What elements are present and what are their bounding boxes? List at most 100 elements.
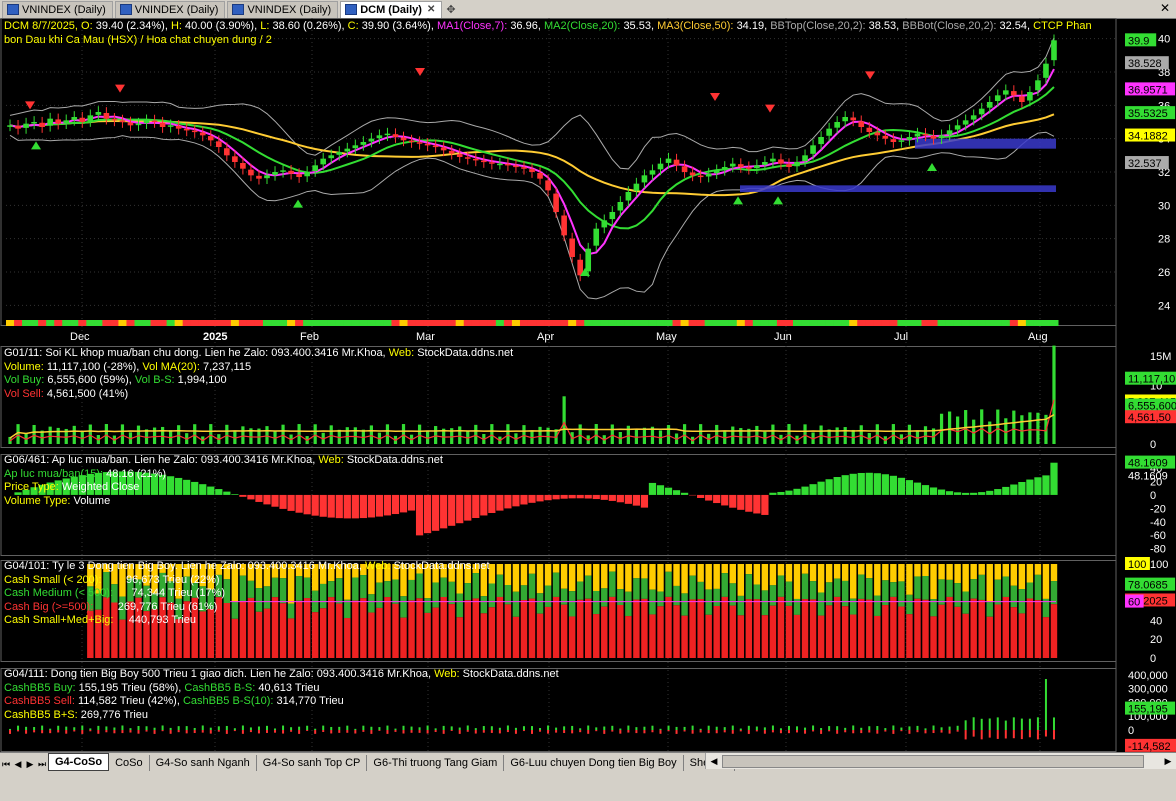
sheet-tab-row: ⏮ ◀ ▶ ⏭ G4-CoSo CoSo G4-So sanh Nganh G4… xyxy=(0,753,735,771)
legend-segment: O: xyxy=(81,20,96,32)
cash-medium-bar xyxy=(617,589,623,605)
trend-strip-cell xyxy=(311,320,320,326)
legend-segment: Web: xyxy=(389,347,418,359)
cash-medium-bar xyxy=(858,575,864,599)
trend-strip-cell xyxy=(143,320,152,326)
trend-strip-cell xyxy=(761,320,770,326)
trend-strip-cell xyxy=(54,320,63,326)
pressure-bar xyxy=(681,493,688,495)
pressure-bar xyxy=(480,495,487,516)
pressure-bar xyxy=(858,473,865,495)
first-sheet-button[interactable]: ⏮ xyxy=(0,757,12,771)
bigboy-sell-bar xyxy=(603,730,605,734)
trend-strip-cell xyxy=(689,320,698,326)
price-badge: 38.528 xyxy=(1128,58,1162,70)
pressure-bar xyxy=(697,495,704,498)
candle-body xyxy=(272,172,278,175)
horizontal-scrollbar[interactable]: ◀ ▶ xyxy=(705,753,1176,769)
trend-strip-cell xyxy=(512,320,521,326)
cash-big-bar xyxy=(754,599,760,658)
bigboy-sell-bar xyxy=(290,730,292,732)
bigboy-sell-bar xyxy=(234,730,236,731)
legend-segment: 114,582 Trieu (42%), xyxy=(78,695,183,707)
sheet-tab-g4-so-sanh-top-cp[interactable]: G4-So sanh Top CP xyxy=(257,755,368,771)
sheet-tab-g4-so-sanh-nganh[interactable]: G4-So sanh Nganh xyxy=(150,755,257,771)
bigboy-sell-bar xyxy=(651,730,653,732)
volume-bar xyxy=(803,424,806,444)
tab-vnindex-2[interactable]: VNINDEX (Daily) xyxy=(115,1,226,18)
last-sheet-button[interactable]: ⏭ xyxy=(36,757,48,771)
cash-small-bar xyxy=(954,564,960,583)
cash-big-bar xyxy=(1027,598,1033,658)
sheet-tab-coso[interactable]: CoSo xyxy=(109,755,150,771)
cash-tick-label: 100 xyxy=(1150,559,1168,571)
sheet-tab-g6-thi-truong[interactable]: G6-Thi truong Tang Giam xyxy=(367,755,504,771)
tab-vnindex-1[interactable]: VNINDEX (Daily) xyxy=(2,1,113,18)
cash-big-bar xyxy=(858,599,864,658)
trend-strip-cell xyxy=(777,320,786,326)
pressure-bar xyxy=(633,495,640,506)
trend-strip-cell xyxy=(1002,320,1011,326)
trend-strip-cell xyxy=(705,320,714,326)
legend-segment: Cash Small (< 200): xyxy=(4,574,126,586)
cash-small-bar xyxy=(858,564,864,575)
bigboy-sell-bar xyxy=(515,730,517,734)
scroll-thumb[interactable] xyxy=(722,755,1144,768)
bigboy-sell-bar xyxy=(900,730,902,731)
legend-segment: H: xyxy=(171,20,185,32)
pin-icon[interactable]: ✥ xyxy=(442,3,459,16)
bigboy-sell-bar xyxy=(860,730,862,733)
candle-body xyxy=(15,126,21,129)
trend-strip-cell xyxy=(552,320,561,326)
volume-bar xyxy=(940,414,943,444)
bigboy-sell-bar xyxy=(146,730,148,732)
bigboy-buy-bar xyxy=(346,726,348,730)
bigboy-buy-bar xyxy=(676,727,678,730)
pressure-bar xyxy=(761,495,768,515)
pressure-legend-line: Price Type: Weighted Close xyxy=(4,481,443,495)
pressure-bar xyxy=(769,493,776,495)
trend-strip-cell xyxy=(600,320,609,326)
bigboy-sell-bar xyxy=(852,730,854,733)
cash-small-bar xyxy=(722,564,728,573)
window-close-icon[interactable]: ✕ xyxy=(1160,1,1170,15)
pressure-bar xyxy=(850,474,857,495)
trend-strip-cell xyxy=(897,320,906,326)
bigboy-buy-bar xyxy=(892,725,894,730)
legend-segment: G01/11: Soi KL khop mua/ban chu dong. Li… xyxy=(4,347,271,359)
tab-dcm[interactable]: DCM (Daily)✕ xyxy=(340,1,442,18)
sheet-tab-g6-luu-chuyen[interactable]: G6-Luu chuyen Dong tien Big Boy xyxy=(504,755,683,771)
bigboy-buy-bar xyxy=(9,729,11,730)
candle-body xyxy=(361,142,367,145)
candle-body xyxy=(449,151,455,154)
cash-small-bar xyxy=(593,564,599,591)
bigboy-sell-bar xyxy=(756,730,758,731)
cash-small-bar xyxy=(697,564,703,582)
trend-strip-cell xyxy=(207,320,216,326)
pressure-bar xyxy=(809,484,816,495)
chart-area[interactable]: 242628303234363840Dec2025FebMarAprMayJun… xyxy=(0,18,1176,752)
bigboy-buy-bar xyxy=(700,729,702,730)
close-tab-icon[interactable]: ✕ xyxy=(427,4,435,15)
bigboy-sell-bar xyxy=(949,730,951,734)
bigboy-sell-bar xyxy=(57,730,59,732)
candle-body xyxy=(168,125,174,127)
trend-strip-cell xyxy=(504,320,513,326)
price-legend-line-2: bon Dau khi Ca Mau (HSX) / Hoa chat chuy… xyxy=(4,34,1092,48)
bigboy-sell-bar xyxy=(459,730,461,734)
candle-body xyxy=(537,173,543,179)
bigboy-sell-bar xyxy=(113,730,115,733)
next-sheet-button[interactable]: ▶ xyxy=(24,757,36,771)
prev-sheet-button[interactable]: ◀ xyxy=(12,757,24,771)
bigboy-buy-bar xyxy=(788,726,790,730)
scroll-left-arrow[interactable]: ◀ xyxy=(707,754,721,768)
tab-vnindex-3[interactable]: VNINDEX (Daily) xyxy=(227,1,338,18)
trend-strip-cell xyxy=(954,320,963,326)
sheet-tab-g4-coso[interactable]: G4-CoSo xyxy=(48,753,109,771)
candle-body xyxy=(248,170,254,176)
bigboy-buy-bar xyxy=(218,726,220,730)
cash-medium-bar xyxy=(497,575,503,597)
scroll-right-arrow[interactable]: ▶ xyxy=(1161,754,1175,768)
bigboy-buy-bar xyxy=(274,728,276,730)
bigboy-buy-bar xyxy=(828,726,830,730)
